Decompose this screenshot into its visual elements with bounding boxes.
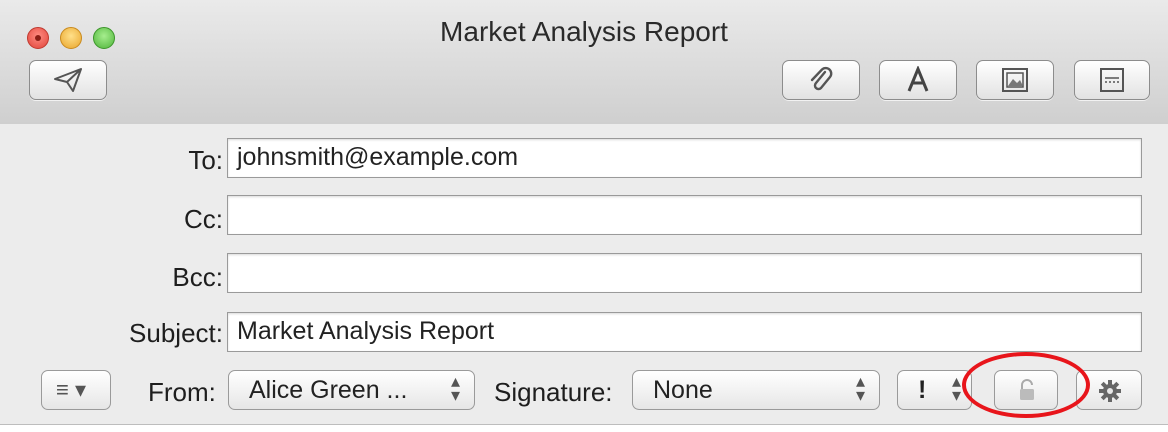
subject-field[interactable]: Market Analysis Report xyxy=(227,312,1142,352)
bcc-label: Bcc: xyxy=(172,262,223,292)
fonts-button[interactable] xyxy=(879,60,957,100)
from-value: Alice Green ... xyxy=(249,376,408,404)
popup-arrows-icon: ▴ ▾ xyxy=(951,371,961,405)
fonts-icon xyxy=(907,66,929,92)
gear-icon xyxy=(1099,380,1121,402)
cc-field[interactable] xyxy=(227,195,1142,235)
priority-value: ! xyxy=(918,376,927,404)
photo-browser-icon xyxy=(1002,68,1028,92)
header-fields-menu[interactable]: ≡ ▾ xyxy=(41,370,111,410)
stationery-icon xyxy=(1100,68,1124,92)
popup-arrows-icon: ▴ ▾ xyxy=(450,371,460,405)
attach-button[interactable] xyxy=(782,60,860,100)
bcc-field[interactable] xyxy=(227,253,1142,293)
signature-popup[interactable]: None ▴ ▾ xyxy=(632,370,880,410)
signature-value: None xyxy=(653,376,713,404)
to-field[interactable]: johnsmith@example.com xyxy=(227,138,1142,178)
from-popup[interactable]: Alice Green ... ▴ ▾ xyxy=(228,370,475,410)
message-body-area[interactable] xyxy=(0,425,1168,432)
window-title: Market Analysis Report xyxy=(440,16,728,47)
cc-label: Cc: xyxy=(184,204,223,234)
stationery-button[interactable] xyxy=(1074,60,1150,100)
photo-browser-button[interactable] xyxy=(976,60,1054,100)
priority-popup[interactable]: ! ▴ ▾ xyxy=(897,370,972,410)
paperclip-icon xyxy=(810,66,833,91)
send-icon xyxy=(54,68,82,92)
title-bar: Market Analysis Report xyxy=(0,0,1168,125)
to-label: To: xyxy=(188,145,223,175)
popup-arrows-icon: ▴ ▾ xyxy=(855,371,865,405)
mail-compose-window: Market Analysis Report To: johnsmith@exa… xyxy=(0,0,1168,432)
header-fields-menu-glyph: ≡ ▾ xyxy=(56,377,86,402)
signature-label: Signature: xyxy=(494,377,613,407)
send-button[interactable] xyxy=(29,60,107,100)
highlight-circle xyxy=(962,352,1090,418)
subject-label: Subject: xyxy=(129,318,223,348)
from-label: From: xyxy=(148,377,216,407)
